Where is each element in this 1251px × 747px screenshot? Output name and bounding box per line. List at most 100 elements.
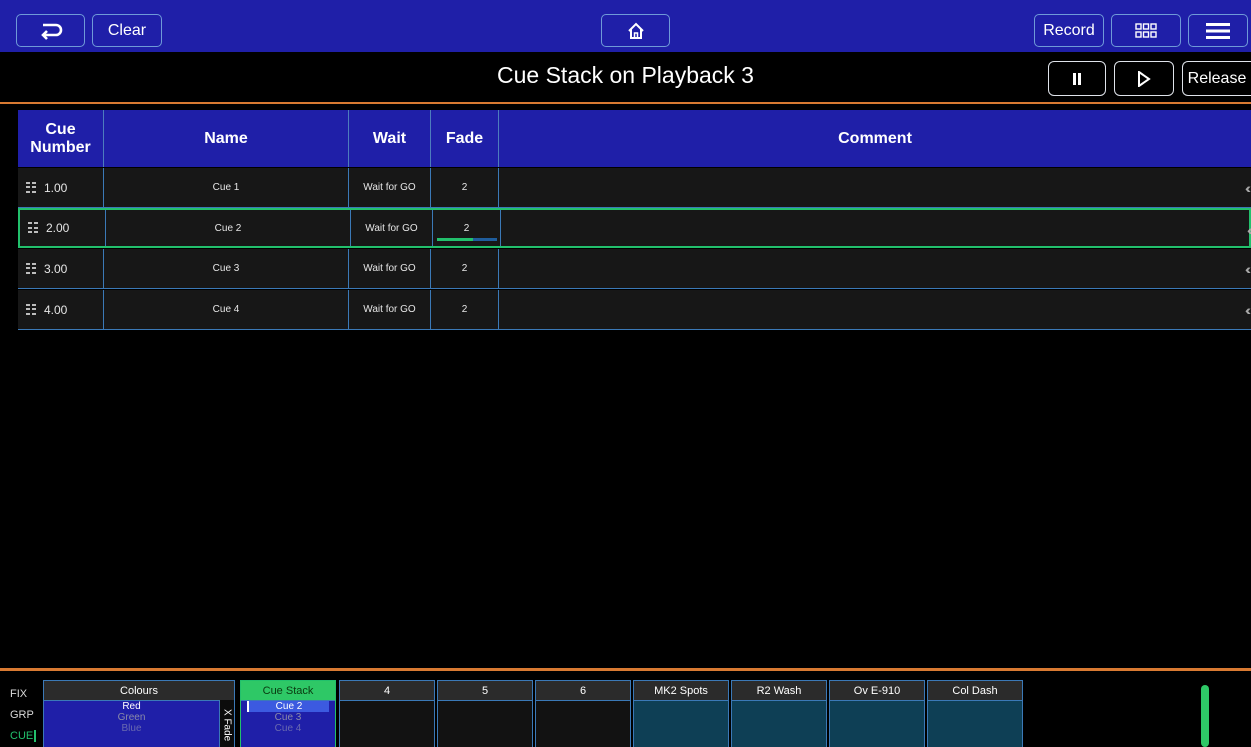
playback-title: Cue Stack — [241, 681, 335, 701]
drag-handle-icon[interactable] — [26, 181, 36, 194]
release-button[interactable]: Release — [1182, 61, 1251, 96]
table-row-active[interactable]: 2.00 Cue 2 Wait for GO 2 ‹‹‹ — [18, 208, 1251, 248]
playback-body[interactable] — [438, 701, 532, 747]
playback-body[interactable] — [928, 701, 1022, 747]
cue-name[interactable]: Cue 1 — [104, 168, 349, 207]
double-chevron-left-icon[interactable]: ‹‹‹ — [1247, 222, 1251, 238]
cue-fade[interactable]: 2 — [431, 249, 499, 288]
playback-r2-wash[interactable]: R2 Wash — [731, 680, 827, 747]
playback-4[interactable]: 4 — [339, 680, 435, 747]
header-wait[interactable]: Wait — [349, 110, 431, 167]
cue-number-cell[interactable]: 4.00 — [18, 290, 104, 329]
drag-handle-icon[interactable] — [28, 222, 38, 234]
pause-button[interactable] — [1048, 61, 1106, 96]
list-item[interactable]: Blue — [44, 723, 219, 734]
clear-button[interactable]: Clear — [92, 14, 162, 47]
table-row[interactable]: 4.00 Cue 4 Wait for GO 2 ‹‹‹ — [18, 290, 1251, 330]
fade-progress-fill — [437, 238, 473, 241]
cue-wait[interactable]: Wait for GO — [349, 249, 431, 288]
playback-title: Colours — [44, 681, 234, 701]
playback-list[interactable]: Cue 2 Cue 3 Cue 4 — [241, 701, 335, 747]
header-cue-number[interactable]: Cue Number — [18, 110, 104, 167]
playback-title: 6 — [536, 681, 630, 701]
list-item[interactable]: Red — [44, 701, 219, 712]
playback-title: Col Dash — [928, 681, 1022, 701]
cue-fade[interactable]: 2 — [431, 168, 499, 207]
playback-mk2-spots[interactable]: MK2 Spots — [633, 680, 729, 747]
record-button[interactable]: Record — [1034, 14, 1104, 47]
drag-handle-icon[interactable] — [26, 303, 36, 316]
pause-icon — [1071, 72, 1083, 86]
cue-fade[interactable]: 2 — [433, 210, 501, 246]
play-button[interactable] — [1114, 61, 1174, 96]
back-arrow-icon — [38, 21, 64, 41]
title-bar: Cue Stack on Playback 3 Release — [0, 52, 1251, 104]
cue-fade-value: 2 — [463, 222, 470, 234]
cue-comment[interactable]: ‹‹‹ — [499, 290, 1251, 329]
cue-comment[interactable]: ‹‹‹ — [501, 210, 1251, 246]
playback-title: Ov E-910 — [830, 681, 924, 701]
drag-handle-icon[interactable] — [26, 262, 36, 275]
list-item[interactable]: Cue 3 — [241, 712, 335, 723]
top-toolbar: Clear Record — [0, 0, 1251, 52]
x-fade-toggle[interactable]: X Fade — [220, 700, 234, 747]
fixture-mode-label[interactable]: FIX — [10, 688, 27, 700]
playback-body[interactable] — [732, 701, 826, 747]
play-icon — [1137, 70, 1151, 87]
cue-number: 3.00 — [44, 261, 68, 276]
cue-wait[interactable]: Wait for GO — [351, 210, 433, 246]
cue-name[interactable]: Cue 3 — [104, 249, 349, 288]
clear-button-label: Clear — [107, 21, 147, 39]
playback-ov-e910[interactable]: Ov E-910 — [829, 680, 925, 747]
playback-body[interactable] — [634, 701, 728, 747]
header-fade[interactable]: Fade — [431, 110, 499, 167]
playback-colours[interactable]: Colours Red Green Blue — [43, 680, 235, 747]
playback-body[interactable] — [830, 701, 924, 747]
release-button-label: Release — [1187, 69, 1247, 87]
master-fader-handle[interactable] — [1201, 685, 1209, 747]
group-mode-label[interactable]: GRP — [10, 709, 34, 721]
playback-body[interactable] — [536, 701, 630, 747]
playback-title: R2 Wash — [732, 681, 826, 701]
cue-comment[interactable]: ‹‹‹ — [499, 168, 1251, 207]
cue-name[interactable]: Cue 4 — [104, 290, 349, 329]
double-chevron-left-icon[interactable]: ‹‹‹ — [1245, 302, 1251, 318]
grid-view-icon — [1135, 22, 1157, 39]
playback-bar: FIX GRP CUE Colours Red Green Blue X Fad… — [0, 668, 1251, 747]
playback-cue-stack[interactable]: Cue Stack Cue 2 Cue 3 Cue 4 — [240, 680, 336, 747]
playback-title: 4 — [340, 681, 434, 701]
double-chevron-left-icon[interactable]: ‹‹‹ — [1245, 261, 1251, 277]
list-item-active[interactable]: Cue 2 — [247, 701, 329, 712]
cue-number-cell[interactable]: 2.00 — [20, 210, 106, 246]
home-button[interactable] — [601, 14, 670, 47]
cue-number-cell[interactable]: 1.00 — [18, 168, 104, 207]
menu-button[interactable] — [1188, 14, 1248, 47]
playback-col-dash[interactable]: Col Dash — [927, 680, 1023, 747]
cue-number-cell[interactable]: 3.00 — [18, 249, 104, 288]
cue-name[interactable]: Cue 2 — [106, 210, 351, 246]
table-row[interactable]: 1.00 Cue 1 Wait for GO 2 ‹‹‹ — [18, 168, 1251, 208]
playback-title: MK2 Spots — [634, 681, 728, 701]
cue-wait[interactable]: Wait for GO — [349, 290, 431, 329]
playback-list[interactable]: Red Green Blue — [44, 701, 219, 747]
double-chevron-left-icon[interactable]: ‹‹‹ — [1245, 180, 1251, 196]
playback-body[interactable] — [340, 701, 434, 747]
cue-number: 2.00 — [46, 221, 70, 235]
header-name[interactable]: Name — [104, 110, 349, 167]
hamburger-menu-icon — [1205, 22, 1231, 40]
record-button-label: Record — [1043, 21, 1095, 39]
table-row[interactable]: 3.00 Cue 3 Wait for GO 2 ‹‹‹ — [18, 249, 1251, 289]
list-item[interactable]: Cue 4 — [241, 723, 335, 734]
playback-6[interactable]: 6 — [535, 680, 631, 747]
list-item[interactable]: Green — [44, 712, 219, 723]
playback-5[interactable]: 5 — [437, 680, 533, 747]
cue-fade[interactable]: 2 — [431, 290, 499, 329]
cue-mode-label[interactable]: CUE — [10, 730, 37, 742]
cue-number: 4.00 — [44, 302, 68, 317]
cue-wait[interactable]: Wait for GO — [349, 168, 431, 207]
cue-number: 1.00 — [44, 180, 68, 195]
header-comment[interactable]: Comment — [499, 110, 1251, 167]
grid-view-button[interactable] — [1111, 14, 1181, 47]
back-button[interactable] — [16, 14, 85, 47]
cue-comment[interactable]: ‹‹‹ — [499, 249, 1251, 288]
